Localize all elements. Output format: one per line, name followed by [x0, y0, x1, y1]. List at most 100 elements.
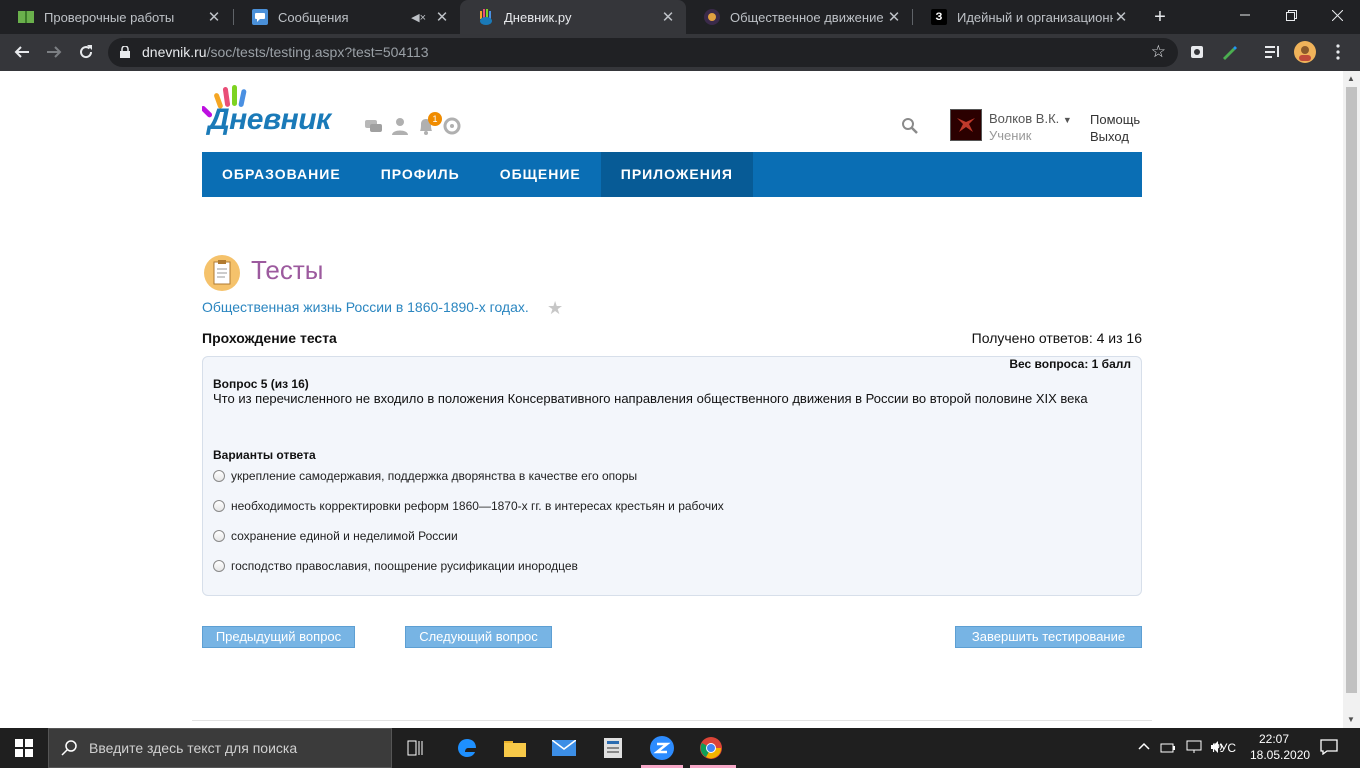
taskbar-search-box[interactable]: Введите здесь текст для поиска — [48, 728, 392, 768]
answer-option[interactable]: сохранение единой и неделимой России — [213, 529, 458, 543]
taskbar-clock[interactable]: 22:07 18.05.2020 — [1250, 731, 1310, 763]
lock-icon — [120, 46, 130, 58]
tab-title: Проверочные работы — [44, 9, 175, 25]
radio-button[interactable] — [213, 500, 225, 512]
chrome-menu-icon[interactable] — [1325, 39, 1351, 65]
zoom-app-icon[interactable] — [648, 734, 676, 762]
scroll-up-icon[interactable]: ▲ — [1347, 74, 1355, 83]
media-queue-icon[interactable] — [1260, 39, 1286, 65]
tab-title: Сообщения — [278, 9, 349, 25]
mail-icon[interactable] — [550, 734, 578, 762]
url-text: dnevnik.ru/soc/tests/testing.aspx?test=5… — [142, 44, 429, 60]
page-viewport: Дневник 1 Волков В.К. ▼ Ученик Помощь Вы… — [0, 71, 1343, 728]
answer-option[interactable]: укрепление самодержавия, поддержка дворя… — [213, 469, 637, 483]
scrollbar-thumb[interactable] — [1346, 87, 1357, 693]
user-name-dropdown[interactable]: Волков В.К. ▼ — [989, 111, 1072, 126]
next-question-button[interactable]: Следующий вопрос — [405, 626, 552, 648]
answer-options-title: Варианты ответа — [213, 448, 316, 462]
nav-education[interactable]: ОБРАЗОВАНИЕ — [202, 152, 361, 197]
messages-icon[interactable] — [364, 116, 384, 136]
test-name-link[interactable]: Общественная жизнь России в 1860-1890-х … — [202, 299, 529, 315]
clock-time: 22:07 — [1258, 732, 1290, 746]
browser-tab-strip: Проверочные работы ✕ Сообщения ◀× ✕ Днев… — [0, 0, 1360, 34]
bookmark-star-icon[interactable]: ☆ — [1151, 42, 1166, 62]
extension-icon[interactable] — [1184, 39, 1210, 65]
browser-toolbar: dnevnik.ru/soc/tests/testing.aspx?test=5… — [0, 34, 1360, 71]
speaker-muted-icon[interactable]: ◀× — [411, 11, 426, 24]
file-explorer-icon[interactable] — [501, 734, 529, 762]
logo-text[interactable]: Дневник — [208, 103, 331, 137]
close-icon[interactable]: ✕ — [886, 8, 902, 26]
question-weight: Вес вопроса: 1 балл — [1009, 357, 1131, 371]
action-center-icon[interactable] — [1320, 739, 1338, 758]
taskbar-search-placeholder: Введите здесь текст для поиска — [89, 740, 298, 756]
chat-icon — [252, 9, 268, 25]
radio-button[interactable] — [213, 530, 225, 542]
tray-chevron-up-icon[interactable] — [1138, 739, 1150, 753]
tests-clipboard-icon — [204, 255, 240, 291]
radio-button[interactable] — [213, 560, 225, 572]
address-bar[interactable]: dnevnik.ru/soc/tests/testing.aspx?test=5… — [108, 38, 1178, 67]
tab-ideyny[interactable]: З Идейный и организационны… ✕ — [913, 0, 1139, 34]
answer-option-label: сохранение единой и неделимой России — [231, 529, 458, 543]
close-icon[interactable]: ✕ — [434, 8, 450, 26]
user-name: Волков В.К. — [989, 111, 1060, 126]
tray-battery-network-icon[interactable] — [1160, 740, 1176, 757]
close-icon[interactable]: ✕ — [1113, 8, 1129, 26]
question-number: Вопрос 5 (из 16) — [213, 377, 309, 391]
nav-applications[interactable]: ПРИЛОЖЕНИЯ — [600, 152, 753, 197]
tab-obshchestvennoe[interactable]: Общественное движение в 1… ✕ — [686, 0, 912, 34]
hand-logo-icon — [478, 9, 494, 25]
close-icon[interactable]: ✕ — [660, 8, 676, 26]
events-refresh-icon[interactable] — [442, 116, 462, 136]
question-text: Что из перечисленного не входило в полож… — [213, 391, 1088, 406]
tab-dnevnik[interactable]: Дневник.ру ✕ — [460, 0, 686, 34]
question-card: Вес вопроса: 1 балл Вопрос 5 (из 16) Что… — [202, 356, 1142, 596]
answer-option-label: необходимость корректировки реформ 1860—… — [231, 499, 724, 513]
restore-icon[interactable] — [1268, 0, 1314, 30]
new-tab-button[interactable]: + — [1150, 6, 1170, 28]
windows-start-icon[interactable] — [0, 728, 48, 768]
tab-title: Общественное движение в 1… — [730, 9, 886, 25]
tab-title: Идейный и организационны… — [957, 9, 1113, 25]
caret-down-icon: ▼ — [1062, 115, 1072, 125]
url-path: /soc/tests/testing.aspx?test=504113 — [206, 44, 429, 60]
nav-profile[interactable]: ПРОФИЛЬ — [361, 152, 480, 197]
language-indicator[interactable]: РУС — [1212, 741, 1236, 755]
chrome-browser-icon[interactable] — [697, 734, 725, 762]
tab-proverochnye[interactable]: Проверочные работы ✕ — [0, 0, 232, 34]
help-link[interactable]: Помощь — [1090, 112, 1140, 127]
page-title: Тесты — [251, 255, 324, 285]
scroll-down-icon[interactable]: ▼ — [1347, 715, 1355, 724]
task-view-icon[interactable] — [402, 734, 430, 762]
minimize-icon[interactable] — [1222, 0, 1268, 30]
back-icon[interactable] — [9, 39, 35, 65]
forward-icon[interactable] — [41, 39, 67, 65]
close-icon[interactable]: ✕ — [206, 8, 222, 26]
tab-messages[interactable]: Сообщения ◀× ✕ — [234, 0, 460, 34]
user-role: Ученик — [989, 128, 1032, 143]
radio-button[interactable] — [213, 470, 225, 482]
search-icon[interactable] — [901, 117, 919, 135]
reload-icon[interactable] — [73, 39, 99, 65]
tray-network-icon[interactable] — [1186, 740, 1202, 757]
section-title: Прохождение теста — [202, 330, 337, 346]
nav-communication[interactable]: ОБЩЕНИЕ — [480, 152, 601, 197]
page-scrollbar[interactable]: ▲ ▼ — [1343, 71, 1360, 728]
document-app-icon[interactable] — [599, 734, 627, 762]
previous-question-button[interactable]: Предыдущий вопрос — [202, 626, 355, 648]
answer-option[interactable]: необходимость корректировки реформ 1860—… — [213, 499, 724, 513]
windows-taskbar: Введите здесь текст для поиска РУС 22:07… — [0, 728, 1360, 768]
friends-icon[interactable] — [390, 116, 410, 136]
search-icon — [61, 740, 77, 756]
edge-browser-icon[interactable] — [453, 734, 481, 762]
window-close-icon[interactable] — [1314, 0, 1360, 30]
z-letter-icon: З — [931, 9, 947, 25]
favorite-star-icon[interactable]: ★ — [547, 298, 563, 319]
answer-option[interactable]: господство православия, поощрение русифи… — [213, 559, 578, 573]
finish-test-button[interactable]: Завершить тестирование — [955, 626, 1142, 648]
user-avatar[interactable] — [950, 109, 982, 141]
logout-link[interactable]: Выход — [1090, 129, 1129, 144]
pen-extension-icon[interactable] — [1216, 39, 1242, 65]
profile-avatar-icon[interactable] — [1292, 39, 1318, 65]
